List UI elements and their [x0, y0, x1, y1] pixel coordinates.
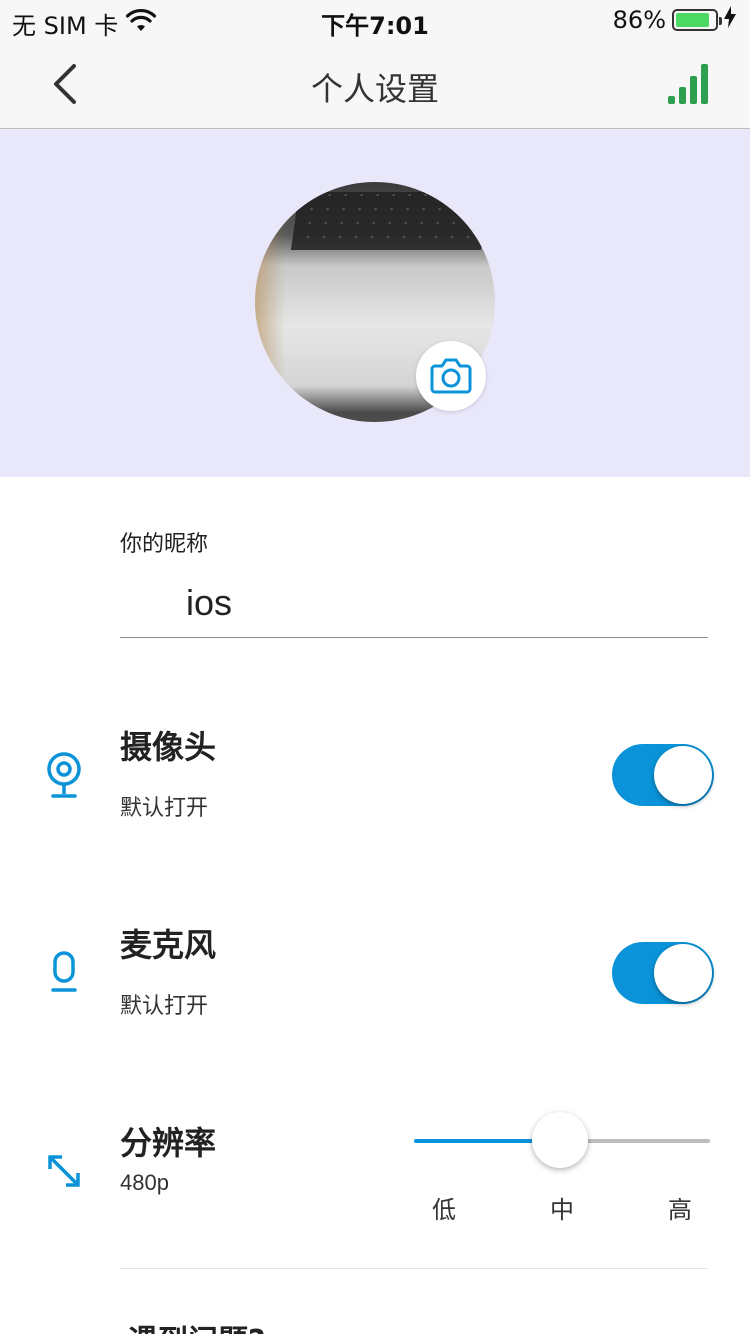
battery-icon	[672, 9, 722, 31]
webcam-icon	[42, 750, 86, 800]
camera-icon	[430, 358, 472, 394]
avatar-photo-keyboard	[290, 192, 490, 250]
status-bar: 无 SIM 卡 下午7:01 86%	[0, 0, 750, 40]
nickname-label: 你的昵称	[120, 532, 209, 557]
slider-thumb[interactable]	[532, 1112, 588, 1168]
divider	[120, 1268, 708, 1269]
toggle-knob	[654, 944, 712, 1002]
mic-setting-title: 麦克风	[120, 926, 217, 964]
resolution-option-medium[interactable]: 中	[532, 1190, 592, 1225]
battery-percent: 86%	[612, 6, 666, 34]
charging-bolt-icon	[724, 6, 736, 34]
resolution-setting-title: 分辨率	[120, 1124, 217, 1162]
change-avatar-button[interactable]	[416, 341, 486, 411]
mic-setting-subtitle: 默认打开	[120, 994, 209, 1019]
camera-setting-title: 摄像头	[120, 728, 217, 766]
resize-arrows-icon	[42, 1146, 86, 1196]
page-title: 个人设置	[310, 70, 439, 108]
toggle-knob	[654, 746, 712, 804]
mic-toggle[interactable]	[612, 942, 714, 1004]
slider-fill	[414, 1139, 534, 1143]
resolution-value: 480p	[120, 1170, 169, 1195]
camera-setting-subtitle: 默认打开	[120, 796, 209, 821]
signal-bars-icon	[668, 64, 708, 104]
help-link[interactable]: 遇到问题?	[128, 1316, 265, 1334]
signal-status-button[interactable]	[662, 62, 710, 106]
resolution-option-low[interactable]: 低	[414, 1190, 474, 1225]
status-right: 86%	[613, 6, 736, 34]
resolution-slider[interactable]	[414, 1112, 710, 1168]
camera-toggle[interactable]	[612, 744, 714, 806]
nickname-input[interactable]	[120, 568, 708, 638]
resolution-option-high[interactable]: 高	[650, 1190, 710, 1225]
avatar-section	[0, 129, 750, 477]
battery-fill	[676, 13, 709, 27]
navigation-bar: 个人设置	[0, 40, 750, 129]
microphone-icon	[42, 948, 86, 998]
